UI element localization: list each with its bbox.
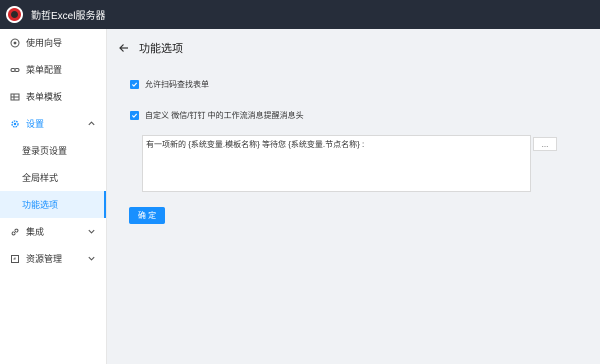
sidebar: 使用向导 菜单配置 表单模板 设置 登录页设置 全局样式 功能选项 集成 资源管… <box>0 29 107 364</box>
message-template-textarea[interactable]: 有一项新的 {系统变量.模板名称} 等待您 {系统变量.节点名称} : <box>142 135 531 192</box>
app-logo <box>6 6 23 23</box>
sidebar-item-label: 设置 <box>26 119 45 129</box>
option-label: 允许扫码查找表单 <box>145 80 209 89</box>
sidebar-item-label: 集成 <box>26 227 45 237</box>
option-scan-find-form: 允许扫码查找表单 <box>130 79 209 90</box>
sidebar-subitem-login-page[interactable]: 登录页设置 <box>0 137 106 164</box>
top-bar: 勤哲Excel服务器 <box>0 0 600 29</box>
option-label: 自定义 微信/钉钉 中的工作流消息提醒消息头 <box>145 111 304 120</box>
sidebar-item-label: 使用向导 <box>26 38 63 48</box>
settings-circle-icon <box>9 37 21 49</box>
folder-icon <box>9 253 21 265</box>
insert-variable-button[interactable]: ... <box>533 137 557 151</box>
chevron-down-icon <box>88 256 95 261</box>
chevron-down-icon <box>88 229 95 234</box>
sidebar-item-resources[interactable]: 资源管理 <box>0 245 106 272</box>
sidebar-item-label: 表单模板 <box>26 92 63 102</box>
page-title: 功能选项 <box>139 43 183 55</box>
check-icon <box>131 113 138 118</box>
sidebar-subitem-feature-options[interactable]: 功能选项 <box>0 191 106 218</box>
sidebar-item-form-templates[interactable]: 表单模板 <box>0 83 106 110</box>
link-icon <box>9 64 21 76</box>
checkbox-checked[interactable] <box>130 111 139 120</box>
sidebar-item-settings[interactable]: 设置 <box>0 110 106 137</box>
link-icon <box>9 226 21 238</box>
confirm-button[interactable]: 确 定 <box>129 207 165 224</box>
back-arrow-icon[interactable] <box>118 42 130 54</box>
sidebar-item-integration[interactable]: 集成 <box>0 218 106 245</box>
page-header: 功能选项 <box>118 40 183 56</box>
sidebar-item-label: 资源管理 <box>26 254 63 264</box>
checkbox-checked[interactable] <box>130 80 139 89</box>
check-icon <box>131 82 138 87</box>
chevron-up-icon <box>88 121 95 126</box>
main-content: 功能选项 允许扫码查找表单 自定义 微信/钉钉 中的工作流消息提醒消息头 有一项… <box>108 29 600 364</box>
sidebar-subitem-global-style[interactable]: 全局样式 <box>0 164 106 191</box>
option-custom-message-header: 自定义 微信/钉钉 中的工作流消息提醒消息头 <box>130 110 304 121</box>
table-icon <box>9 91 21 103</box>
sidebar-item-label: 菜单配置 <box>26 65 63 75</box>
app-title: 勤哲Excel服务器 <box>31 11 106 22</box>
sidebar-item-menu-config[interactable]: 菜单配置 <box>0 56 106 83</box>
sidebar-item-wizard[interactable]: 使用向导 <box>0 29 106 56</box>
gear-icon <box>9 118 21 130</box>
